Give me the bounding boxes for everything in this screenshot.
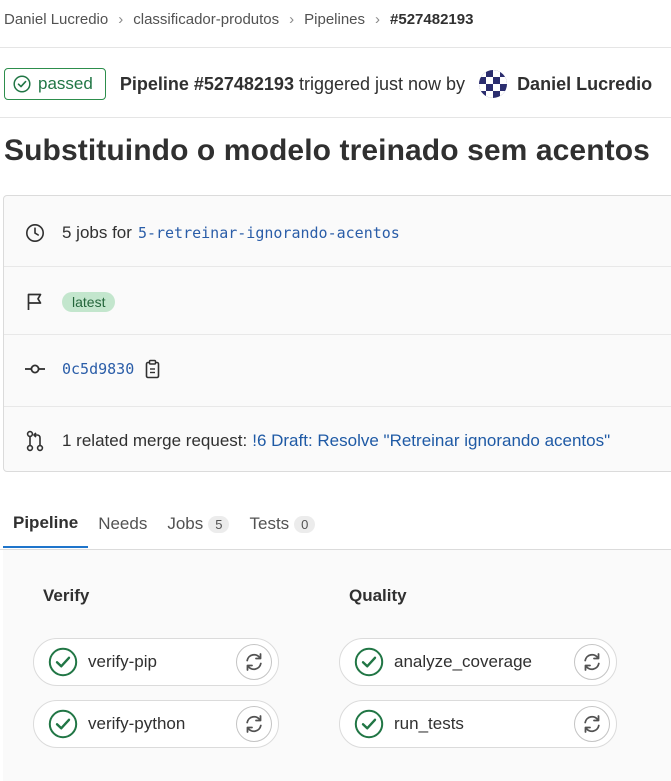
status-label: passed	[38, 74, 93, 93]
commit-row: 0c5d9830	[4, 352, 671, 386]
merge-request-count-text: 1 related merge request:	[62, 431, 248, 450]
breadcrumb-separator: ›	[289, 10, 295, 28]
jobs-row: 5 jobs for 5-retreinar-ignorando-acentos	[4, 216, 671, 250]
pipeline-tabs: Pipeline Needs Jobs 5 Tests 0	[3, 500, 325, 548]
tab-needs[interactable]: Needs	[88, 500, 157, 548]
stage-title-verify: Verify	[43, 586, 90, 605]
divider	[4, 334, 671, 335]
pipeline-graph: Verify Quality verify-pip verify-python …	[3, 550, 671, 781]
copy-sha-button[interactable]	[144, 359, 162, 379]
retry-icon	[246, 715, 262, 733]
retry-button[interactable]	[574, 706, 610, 742]
retry-button[interactable]	[574, 644, 610, 680]
breadcrumb-user[interactable]: Daniel Lucredio	[4, 11, 108, 28]
tab-label: Jobs	[167, 514, 204, 533]
stage-title-quality: Quality	[349, 586, 407, 605]
divider	[4, 406, 671, 407]
tab-pipeline[interactable]: Pipeline	[3, 500, 89, 548]
clock-icon	[24, 222, 46, 244]
retry-icon	[584, 715, 600, 733]
breadcrumb-separator: ›	[375, 10, 381, 28]
avatar[interactable]	[479, 70, 508, 98]
check-circle-icon	[13, 75, 31, 93]
divider	[0, 117, 671, 118]
retry-icon	[584, 653, 600, 671]
tab-jobs[interactable]: Jobs 5	[157, 500, 239, 548]
check-circle-icon	[354, 709, 384, 739]
clipboard-icon	[145, 359, 160, 379]
job-name: run_tests	[394, 714, 464, 733]
check-circle-icon	[48, 709, 78, 739]
tab-label: Tests	[249, 514, 290, 533]
divider	[4, 266, 671, 267]
flag-icon	[24, 291, 46, 313]
merge-request-link[interactable]: !6 Draft: Resolve "Retreinar ignorando a…	[252, 431, 610, 451]
commit-icon	[24, 358, 46, 380]
job-name: verify-python	[88, 714, 186, 733]
tab-count-badge: 5	[208, 515, 230, 533]
divider	[0, 47, 671, 48]
commit-sha-link[interactable]: 0c5d9830	[62, 360, 134, 378]
latest-row: latest	[4, 285, 671, 319]
tab-label: Pipeline	[13, 513, 79, 532]
job-analyze-coverage[interactable]: analyze_coverage	[339, 638, 617, 686]
pipeline-header: passed Pipeline #527482193 triggered jus…	[4, 68, 652, 100]
breadcrumb-pipelines[interactable]: Pipelines	[304, 11, 365, 28]
merge-request-icon	[24, 430, 46, 452]
job-run-tests[interactable]: run_tests	[339, 700, 617, 748]
job-verify-pip[interactable]: verify-pip	[33, 638, 279, 686]
merge-request-row: 1 related merge request: !6 Draft: Resol…	[4, 424, 671, 458]
tab-count-badge: 0	[294, 515, 316, 533]
job-name: analyze_coverage	[394, 652, 532, 671]
latest-badge: latest	[62, 292, 116, 312]
tab-tests[interactable]: Tests 0	[239, 500, 325, 548]
author-name[interactable]: Daniel Lucredio	[517, 74, 652, 95]
breadcrumb-project[interactable]: classificador-produtos	[133, 11, 279, 28]
check-circle-icon	[48, 647, 78, 677]
retry-icon	[246, 653, 262, 671]
tab-label: Needs	[98, 514, 148, 533]
check-circle-icon	[354, 647, 384, 677]
retry-button[interactable]	[236, 706, 272, 742]
job-name: verify-pip	[88, 652, 157, 671]
breadcrumb-separator: ›	[118, 10, 124, 28]
jobs-count-text: 5 jobs for	[62, 223, 132, 242]
pipeline-id: Pipeline #527482193	[119, 73, 294, 94]
breadcrumb-current[interactable]: #527482193	[390, 11, 473, 28]
triggered-text: triggered just now by	[298, 73, 466, 94]
retry-button[interactable]	[236, 644, 272, 680]
page-title: Substituindo o modelo treinado sem acent…	[4, 134, 650, 167]
branch-link[interactable]: 5-retreinar-ignorando-acentos	[138, 224, 400, 242]
status-badge[interactable]: passed	[4, 68, 106, 100]
pipeline-info-panel: 5 jobs for 5-retreinar-ignorando-acentos…	[3, 195, 671, 472]
job-verify-python[interactable]: verify-python	[33, 700, 279, 748]
breadcrumb: Daniel Lucredio › classificador-produtos…	[4, 0, 473, 38]
